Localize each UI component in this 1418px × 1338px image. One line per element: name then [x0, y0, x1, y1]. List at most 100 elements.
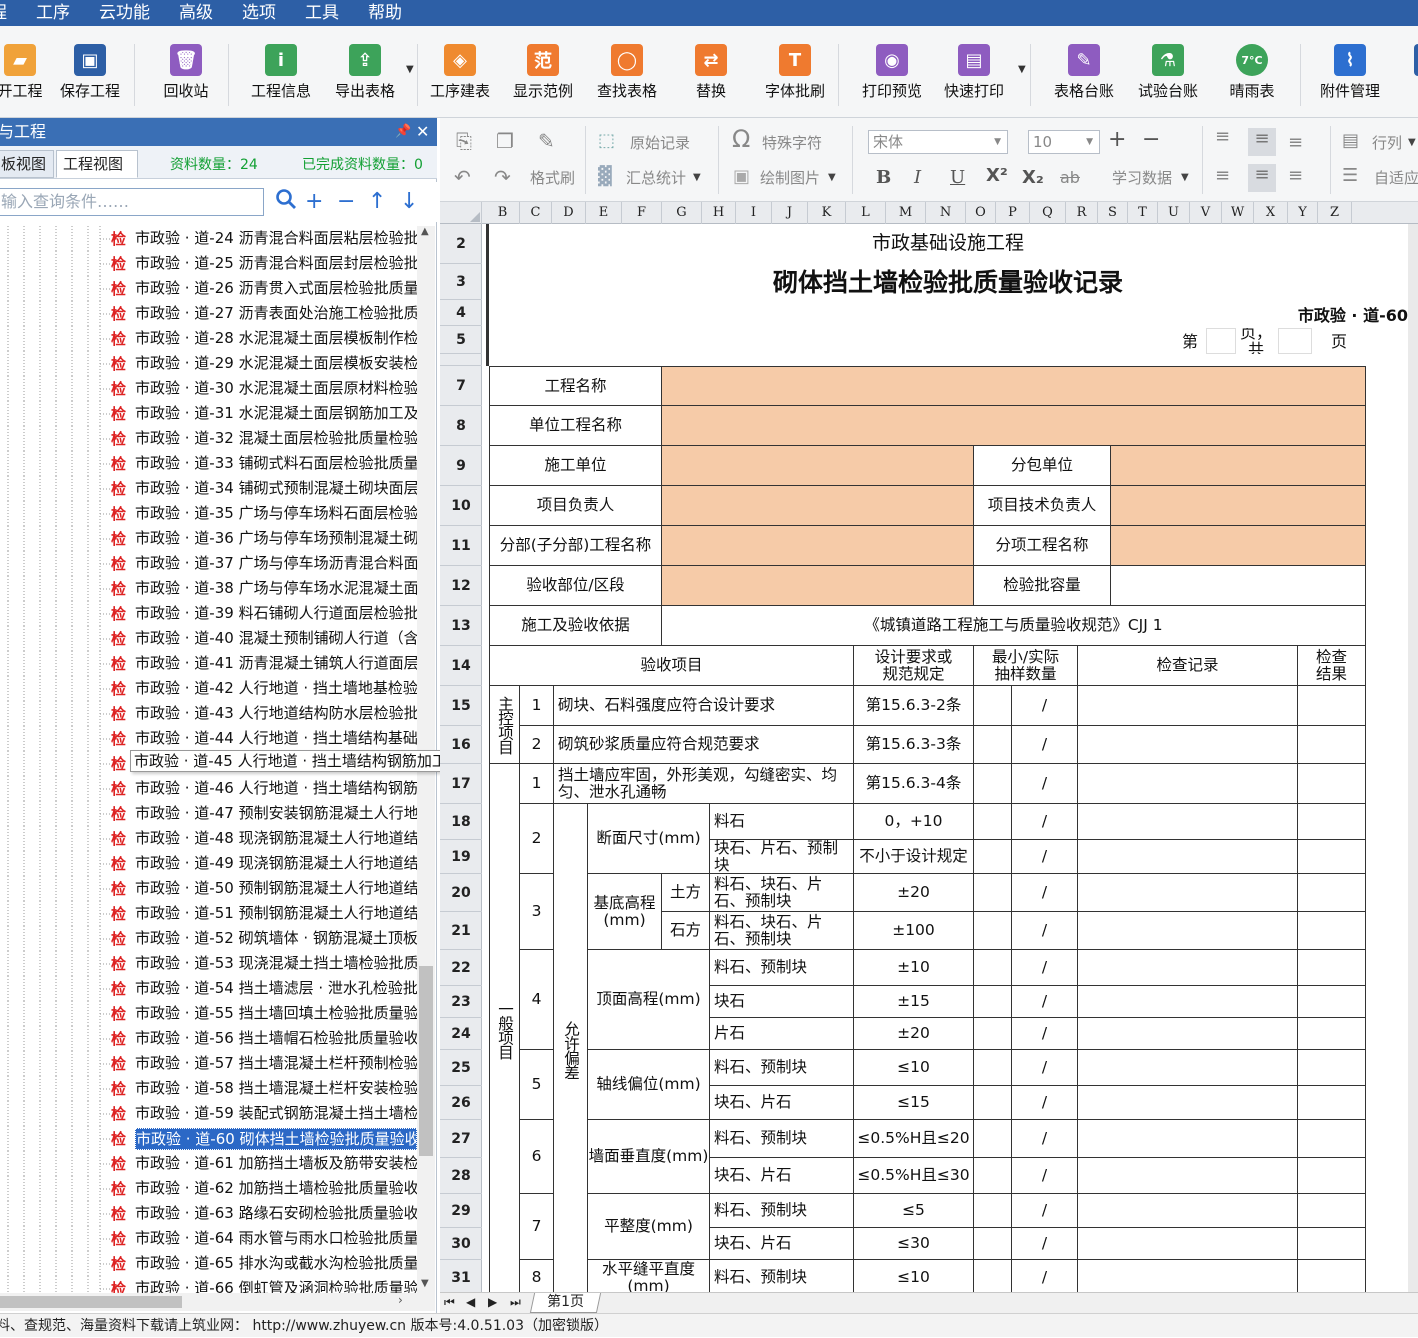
test-ledger-button[interactable]: ⚗ 试验台账: [1126, 44, 1210, 101]
tree-item[interactable]: 检市政验 · 道-42 人行地道 · 挡土墙地基检验: [0, 676, 417, 701]
align-middle-icon[interactable]: ≡: [1248, 128, 1276, 156]
learn-data-button[interactable]: 学习数据: [1112, 167, 1172, 189]
sample-min-cell[interactable]: [974, 1260, 1012, 1292]
save-button[interactable]: ▣ 保存工程: [48, 44, 132, 101]
sample-min-cell[interactable]: [974, 874, 1012, 912]
row-header[interactable]: 18: [440, 804, 482, 840]
check-record-cell[interactable]: [1078, 874, 1298, 912]
column-header[interactable]: Y: [1288, 202, 1318, 224]
sample-actual-cell[interactable]: /: [1012, 726, 1078, 764]
summary-dropdown-icon[interactable]: ▼: [693, 167, 701, 189]
row-header[interactable]: 28: [440, 1158, 482, 1194]
more-button[interactable]: ▪部: [1388, 44, 1418, 101]
row-header[interactable]: 20: [440, 874, 482, 912]
check-result-cell[interactable]: [1298, 726, 1366, 764]
column-header[interactable]: G: [662, 202, 702, 224]
sample-min-cell[interactable]: [974, 686, 1012, 726]
tab-project-view[interactable]: 工程视图: [56, 150, 138, 178]
strikethrough-button[interactable]: ab: [1060, 167, 1080, 189]
check-result-cell[interactable]: [1298, 840, 1366, 874]
tree-item[interactable]: 检市政验 · 道-51 预制钢筋混凝土人行地道结: [0, 901, 417, 926]
check-record-cell[interactable]: [1078, 804, 1298, 840]
tree-item[interactable]: 检市政验 · 道-36 广场与停车场预制混凝土砌: [0, 526, 417, 551]
check-record-cell[interactable]: [1078, 912, 1298, 950]
check-result-cell[interactable]: [1298, 1086, 1366, 1120]
column-header[interactable]: F: [622, 202, 662, 224]
undo-icon[interactable]: ↶: [454, 166, 471, 188]
summary-button[interactable]: 汇总统计: [626, 167, 686, 189]
sample-min-cell[interactable]: [974, 1086, 1012, 1120]
font-name-select[interactable]: 宋体 ▼: [868, 130, 1008, 154]
row-header[interactable]: 26: [440, 1086, 482, 1120]
row-header[interactable]: 5: [440, 326, 482, 354]
sample-min-cell[interactable]: [974, 912, 1012, 950]
batch-capacity-field[interactable]: [1111, 566, 1366, 606]
sample-actual-cell[interactable]: /: [1012, 1194, 1078, 1228]
sample-actual-cell[interactable]: /: [1012, 840, 1078, 874]
decrease-font-icon[interactable]: −: [1142, 129, 1160, 151]
column-header[interactable]: W: [1222, 202, 1254, 224]
tree-item[interactable]: 检市政验 · 道-54 挡土墙滤层 · 泄水孔检验批: [0, 976, 417, 1001]
check-result-cell[interactable]: [1298, 1158, 1366, 1194]
row-header[interactable]: 8: [440, 406, 482, 446]
row-header[interactable]: 7: [440, 366, 482, 406]
column-header[interactable]: R: [1066, 202, 1098, 224]
row-header[interactable]: 10: [440, 486, 482, 526]
sample-min-cell[interactable]: [974, 950, 1012, 986]
row-header[interactable]: 17: [440, 764, 482, 804]
first-sheet-icon[interactable]: ⏮: [444, 1295, 455, 1310]
row-header[interactable]: 16: [440, 726, 482, 764]
row-header[interactable]: 4: [440, 300, 482, 326]
check-record-cell[interactable]: [1078, 726, 1298, 764]
redo-icon[interactable]: ↷: [494, 166, 511, 188]
tree-item[interactable]: 检市政验 · 道-64 雨水管与雨水口检验批质量: [0, 1226, 417, 1251]
tree-item[interactable]: 检市政验 · 道-35 广场与停车场料石面层检验: [0, 501, 417, 526]
scroll-right-icon[interactable]: ›: [398, 1293, 403, 1307]
project-manager-field[interactable]: [662, 486, 974, 526]
bold-button[interactable]: B: [876, 167, 891, 189]
sample-actual-cell[interactable]: /: [1012, 912, 1078, 950]
info-button[interactable]: i 工程信息: [239, 44, 323, 101]
row-header[interactable]: 27: [440, 1120, 482, 1158]
column-header[interactable]: E: [586, 202, 622, 224]
check-record-cell[interactable]: [1078, 1228, 1298, 1260]
column-header[interactable]: O: [966, 202, 996, 224]
check-result-cell[interactable]: [1298, 804, 1366, 840]
next-sheet-icon[interactable]: ▶: [488, 1295, 497, 1309]
format-brush-button[interactable]: 格式刷: [530, 167, 575, 189]
tree-item[interactable]: 检市政验 · 道-61 加筋挡土墙板及筋带安装检: [0, 1151, 417, 1176]
column-header[interactable]: T: [1128, 202, 1158, 224]
tree-item[interactable]: 检市政验 · 道-59 装配式钢筋混凝土挡土墙检: [0, 1101, 417, 1126]
tree-item[interactable]: 检市政验 · 道-63 路缘石安砌检验批质量验收: [0, 1201, 417, 1226]
column-header[interactable]: V: [1190, 202, 1222, 224]
item-name-field[interactable]: [1111, 526, 1366, 566]
tab-template-view[interactable]: 板视图: [0, 150, 54, 178]
tree-horizontal-scrollbar[interactable]: ›: [0, 1293, 435, 1311]
last-sheet-icon[interactable]: ⏭: [510, 1295, 521, 1310]
layers-button[interactable]: ◈ 工序建表: [418, 44, 502, 101]
row-header[interactable]: 11: [440, 526, 482, 566]
tree-item[interactable]: 检市政验 · 道-38 广场与停车场水泥混凝土面: [0, 576, 417, 601]
tree-item[interactable]: 检市政验 · 道-31 水泥混凝土面层钢筋加工及: [0, 401, 417, 426]
unit-project-field[interactable]: [662, 406, 1366, 446]
sample-actual-cell[interactable]: /: [1012, 1158, 1078, 1194]
sample-min-cell[interactable]: [974, 804, 1012, 840]
tree-item[interactable]: 检市政验 · 道-56 挡土墙帽石检验批质量验收: [0, 1026, 417, 1051]
learn-dropdown-icon[interactable]: ▼: [1181, 167, 1189, 189]
column-header[interactable]: L: [846, 202, 886, 224]
subscript-button[interactable]: X₂: [1022, 167, 1044, 189]
tree-item[interactable]: 检市政验 · 道-41 沥青混凝土铺筑人行道面层: [0, 651, 417, 676]
sample-actual-cell[interactable]: /: [1012, 1018, 1078, 1050]
column-header[interactable]: D: [552, 202, 586, 224]
row-header[interactable]: 25: [440, 1050, 482, 1086]
picture-dropdown-icon[interactable]: ▼: [828, 167, 836, 189]
tree-item[interactable]: 检市政验 · 道-29 水泥混凝土面层模板安装检: [0, 351, 417, 376]
move-up-icon[interactable]: ↑: [368, 188, 386, 216]
check-record-cell[interactable]: [1078, 1050, 1298, 1086]
check-result-cell[interactable]: [1298, 912, 1366, 950]
check-record-cell[interactable]: [1078, 1158, 1298, 1194]
check-result-cell[interactable]: [1298, 1194, 1366, 1228]
prev-sheet-icon[interactable]: ◀: [466, 1295, 475, 1309]
check-result-cell[interactable]: [1298, 874, 1366, 912]
check-record-cell[interactable]: [1078, 1194, 1298, 1228]
